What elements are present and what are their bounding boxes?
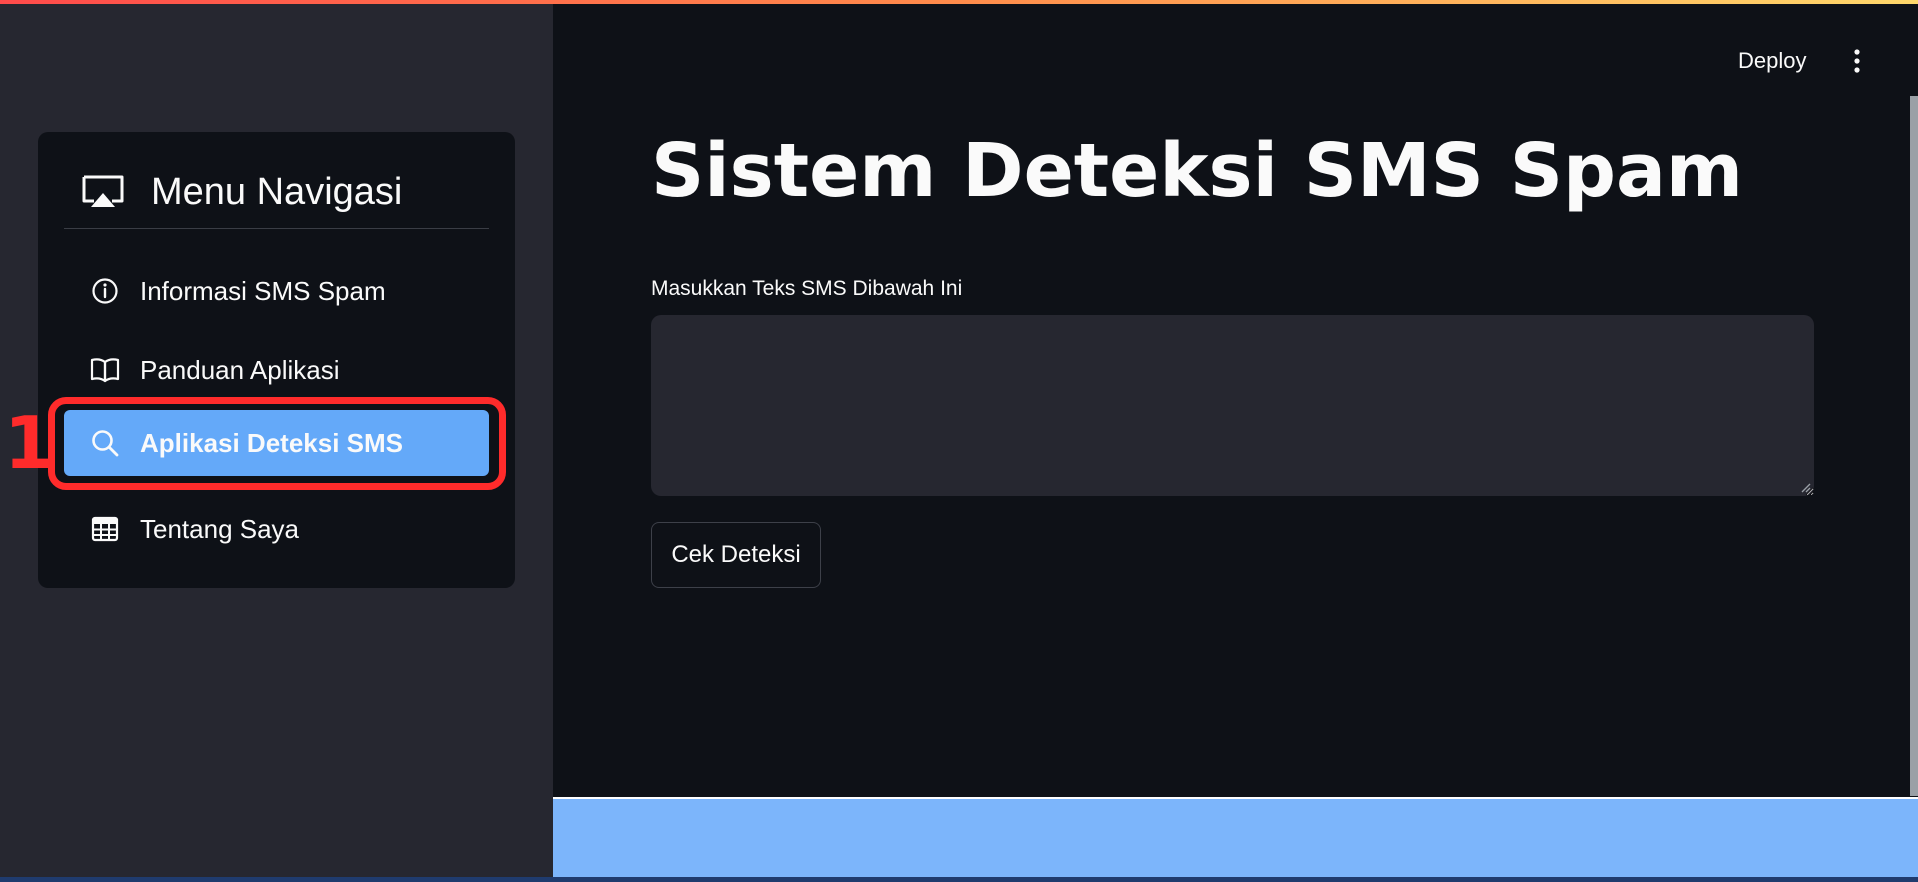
resize-grip-icon[interactable] bbox=[1799, 481, 1811, 493]
sidebar-item-label: Informasi SMS Spam bbox=[140, 275, 386, 306]
sidebar-item-panduan-aplikasi[interactable]: Panduan Aplikasi bbox=[64, 336, 489, 404]
page-title: Sistem Deteksi SMS Spam bbox=[651, 128, 1744, 214]
annotation-number: 1 bbox=[4, 401, 55, 485]
sidebar-item-informasi-sms-spam[interactable]: Informasi SMS Spam bbox=[64, 257, 489, 325]
sidebar-item-label: Tentang Saya bbox=[140, 513, 300, 544]
bottom-strip bbox=[0, 877, 1918, 882]
sidebar-item-tentang-saya[interactable]: Tentang Saya bbox=[64, 495, 489, 563]
sidebar: Menu Navigasi Informasi SMS Spam Panduan… bbox=[0, 0, 553, 882]
info-icon bbox=[90, 276, 120, 306]
annotation-highlight-box bbox=[48, 397, 506, 490]
cek-deteksi-button[interactable]: Cek Deteksi bbox=[651, 522, 821, 588]
navigation-menu: Menu Navigasi Informasi SMS Spam Panduan… bbox=[38, 132, 515, 588]
top-accent-bar bbox=[0, 0, 1918, 4]
sms-input-label: Masukkan Teks SMS Dibawah Ini bbox=[651, 277, 963, 300]
scrollbar[interactable] bbox=[1910, 96, 1918, 796]
sidebar-item-label: Panduan Aplikasi bbox=[140, 354, 340, 385]
book-icon bbox=[90, 355, 120, 385]
table-icon bbox=[90, 514, 120, 544]
deploy-button[interactable]: Deploy bbox=[1738, 44, 1806, 78]
navigation-menu-header: Menu Navigasi bbox=[64, 156, 489, 229]
navigation-menu-title: Menu Navigasi bbox=[151, 170, 403, 213]
cast-icon bbox=[81, 175, 125, 209]
bottom-panel bbox=[553, 797, 1918, 877]
sms-text-input[interactable] bbox=[651, 315, 1814, 496]
kebab-menu-icon[interactable] bbox=[1840, 44, 1874, 78]
